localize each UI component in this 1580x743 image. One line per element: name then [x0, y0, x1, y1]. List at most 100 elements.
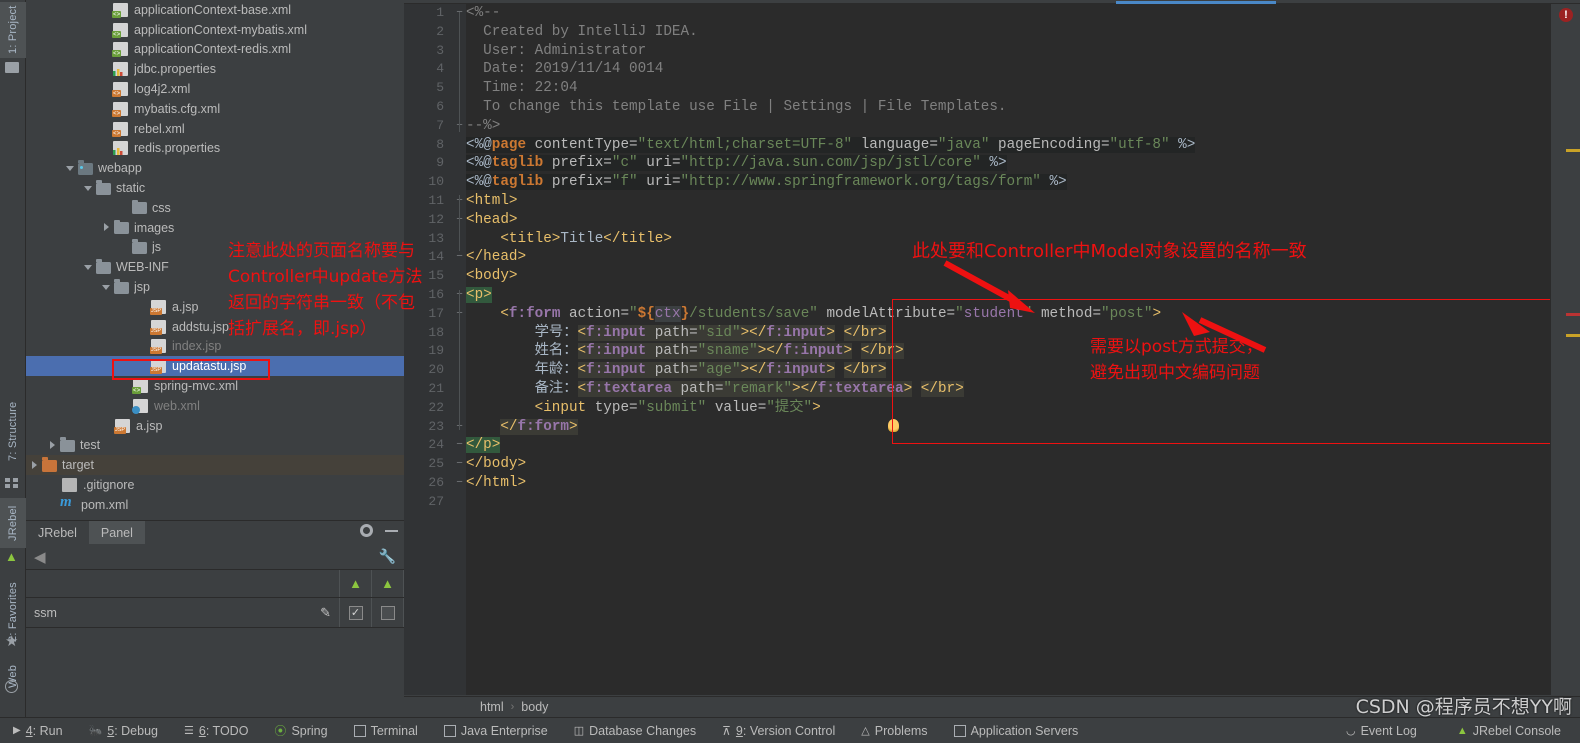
status-item-event-log[interactable]: ◡ Event Log: [1333, 724, 1430, 738]
tree-row--gitignore[interactable]: .gitignore: [26, 475, 404, 495]
tab-jrebel[interactable]: JRebel: [26, 521, 89, 544]
code-line[interactable]: 7−--%>: [436, 117, 1550, 136]
chevron-right-icon[interactable]: [101, 222, 112, 233]
chevron-down-icon[interactable]: [83, 262, 94, 273]
code-line[interactable]: 12−<head>: [428, 211, 1550, 230]
sidebar-item-project[interactable]: 1: Project: [0, 2, 26, 58]
tree-row-css[interactable]: css: [26, 198, 404, 218]
code-line[interactable]: 1−<%--: [436, 4, 1550, 23]
error-badge-icon[interactable]: !: [1559, 8, 1573, 22]
tree-row-web-inf[interactable]: WEB-INF: [26, 257, 404, 277]
status-item-problems[interactable]: △ Problems: [848, 724, 940, 738]
breadcrumb-item-html[interactable]: html: [480, 700, 504, 714]
editor-marker-bar[interactable]: !: [1550, 4, 1580, 695]
project-tree-panel[interactable]: applicationContext-base.xml applicationCo…: [26, 0, 404, 518]
tree-row-applicationcontext-base-xml[interactable]: applicationContext-base.xml: [26, 0, 404, 20]
tree-row-log4j2-xml[interactable]: log4j2.xml: [26, 79, 404, 99]
status-item-terminal[interactable]: Terminal: [341, 724, 431, 738]
code-line[interactable]: 15 <body>: [428, 267, 1550, 286]
jrebel-remote-cell[interactable]: [372, 598, 404, 627]
code-line[interactable]: 27: [428, 493, 1550, 512]
tree-row-rebel-xml[interactable]: rebel.xml: [26, 119, 404, 139]
tree-row-updatastu-jsp[interactable]: updatastu.jsp: [26, 356, 404, 377]
breadcrumb-item-body[interactable]: body: [521, 700, 548, 714]
tree-row-a-jsp[interactable]: a.jsp: [26, 297, 404, 317]
code-line[interactable]: 19 姓名：<f:input path="sname"></f:input> <…: [428, 342, 1550, 361]
code-line[interactable]: 25− </body>: [428, 455, 1550, 474]
wrench-icon[interactable]: 🔧: [379, 548, 396, 565]
chevron-right-icon[interactable]: [29, 460, 40, 471]
code-line[interactable]: 20 年龄：<f:input path="age"></f:input> </b…: [428, 361, 1550, 380]
tree-row-applicationcontext-mybatis-xml[interactable]: applicationContext-mybatis.xml: [26, 20, 404, 40]
code-line[interactable]: 9 <%@taglib prefix="c" uri="http://java.s…: [436, 154, 1550, 173]
code-editor[interactable]: 1−<%--2 Created by IntelliJ IDEA.3 User:…: [404, 0, 1580, 695]
tree-row-mybatis-cfg-xml[interactable]: mybatis.cfg.xml: [26, 99, 404, 119]
checkbox-checked[interactable]: ✓: [348, 605, 363, 620]
status-item-version-control[interactable]: ⊼ 9: Version Control: [709, 724, 848, 738]
code-line[interactable]: 17− <f:form action="${ctx}/students/save…: [428, 305, 1550, 324]
warning-marker[interactable]: [1566, 334, 1580, 337]
code-line[interactable]: 3 User: Administrator: [436, 42, 1550, 61]
tree-row-addstu-jsp[interactable]: addstu.jsp: [26, 317, 404, 337]
tab-panel[interactable]: Panel: [88, 521, 145, 544]
code-line[interactable]: 16−<p>: [428, 286, 1550, 305]
code-line[interactable]: 24− </p>: [428, 436, 1550, 455]
chevron-down-icon[interactable]: [65, 163, 76, 174]
gear-icon[interactable]: [360, 524, 373, 537]
tree-row-jsp[interactable]: jsp: [26, 277, 404, 297]
status-item-java-enterprise[interactable]: Java Enterprise: [431, 724, 561, 738]
tree-row-spring-mvc-xml[interactable]: spring-mvc.xml: [26, 376, 404, 396]
status-item-run[interactable]: ▶ 4: Run: [0, 724, 76, 738]
status-item-spring[interactable]: ⦿ Spring: [261, 722, 340, 739]
status-item-jrebel-console[interactable]: ▲ JRebel Console: [1444, 724, 1574, 738]
chevron-down-icon[interactable]: [83, 183, 94, 194]
code-line[interactable]: 21 备注：<f:textarea path="remark"></f:text…: [428, 380, 1550, 399]
fold-toggle-icon[interactable]: −: [454, 436, 465, 455]
tree-row-redis-properties[interactable]: redis.properties: [26, 139, 404, 159]
chevron-down-icon[interactable]: [101, 282, 112, 293]
tree-row-pom-xml[interactable]: pom.xml: [26, 494, 404, 515]
code-line[interactable]: 4 Date: 2019/11/14 0014: [436, 60, 1550, 79]
code-line[interactable]: 5 Time: 22:04: [436, 79, 1550, 98]
sidebar-item-structure[interactable]: 7: Structure: [0, 390, 26, 472]
code-line[interactable]: 10 <%@taglib prefix="f" uri="http://www.s…: [428, 173, 1550, 192]
tree-row-test[interactable]: test: [26, 436, 404, 456]
jrebel-enable-cell[interactable]: ✓: [340, 598, 372, 627]
intention-bulb-icon[interactable]: [888, 419, 899, 432]
tree-row-static[interactable]: static: [26, 178, 404, 198]
chevron-right-icon[interactable]: [47, 440, 58, 451]
fold-toggle-icon[interactable]: −: [454, 474, 465, 493]
code-line[interactable]: 13 <title>Title</title>: [428, 230, 1550, 249]
sidebar-item-jrebel[interactable]: JRebel: [0, 498, 26, 548]
jrebel-panel[interactable]: JRebel Panel ◀ 🔧 ▲ ▲ ssm ✎ ✓: [26, 520, 404, 695]
tree-row-index-jsp[interactable]: index.jsp: [26, 337, 404, 357]
error-marker[interactable]: [1566, 313, 1580, 316]
jrebel-project-row[interactable]: ssm ✎ ✓: [26, 598, 404, 628]
tree-row-js[interactable]: js: [26, 238, 404, 258]
status-item-database-changes[interactable]: ◫ Database Changes: [561, 724, 709, 738]
code-line[interactable]: 23− </f:form>: [428, 418, 1550, 437]
code-line[interactable]: 22 <input type="submit" value="提交">: [428, 399, 1550, 418]
pencil-icon[interactable]: ✎: [320, 605, 331, 621]
status-item-application-servers[interactable]: Application Servers: [941, 724, 1092, 738]
tree-row-web-xml[interactable]: web.xml: [26, 396, 404, 416]
code-line[interactable]: 14− </head>: [428, 248, 1550, 267]
code-line[interactable]: 2 Created by IntelliJ IDEA.: [436, 23, 1550, 42]
tree-row-jdbc-properties[interactable]: jdbc.properties: [26, 59, 404, 79]
minimize-icon[interactable]: [385, 529, 398, 532]
tree-row-target[interactable]: target: [26, 455, 404, 476]
code-line[interactable]: 6 To change this template use File | Set…: [436, 98, 1550, 117]
checkbox-unchecked[interactable]: [380, 605, 395, 620]
code-line[interactable]: 18 学号：<f:input path="sid"></f:input> </b…: [428, 324, 1550, 343]
status-item-todo[interactable]: ☰ 6: TODO: [171, 724, 261, 738]
code-text-area[interactable]: 1−<%--2 Created by IntelliJ IDEA.3 User:…: [428, 4, 1550, 695]
warning-marker[interactable]: [1566, 149, 1580, 152]
fold-toggle-icon[interactable]: −: [454, 248, 465, 267]
tree-row-applicationcontext-redis-xml[interactable]: applicationContext-redis.xml: [26, 40, 404, 60]
code-line[interactable]: 26− </html>: [428, 474, 1550, 493]
tree-row-images[interactable]: images: [26, 218, 404, 238]
tree-row-webapp[interactable]: webapp: [26, 158, 404, 178]
fold-toggle-icon[interactable]: −: [454, 455, 465, 474]
code-line[interactable]: 8 <%@page contentType="text/html;charset=…: [436, 136, 1550, 155]
tree-row-a-jsp[interactable]: a.jsp: [26, 416, 404, 436]
